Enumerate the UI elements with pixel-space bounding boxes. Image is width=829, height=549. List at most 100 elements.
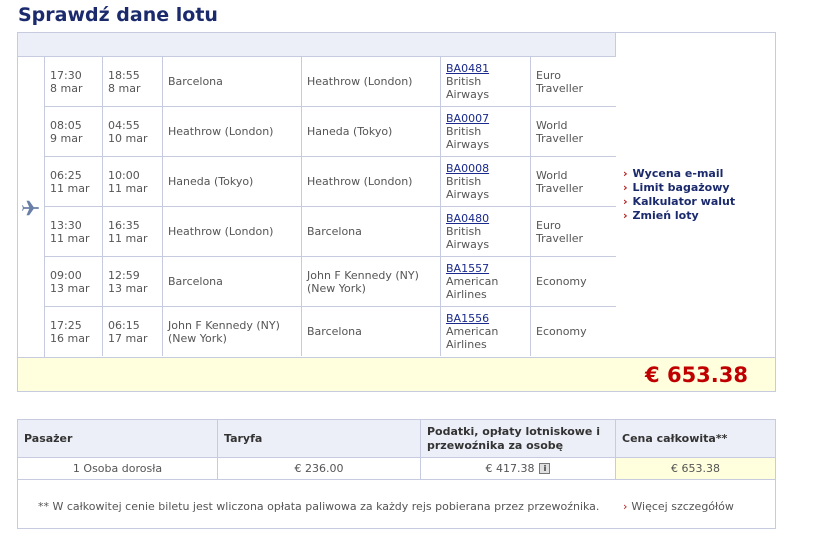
chevron-right-icon: › [623, 167, 628, 180]
origin-airport: Heathrow (London) [168, 225, 274, 238]
cabin-class: World Traveller [536, 118, 584, 145]
flight-row: 17:25 16 mar 06:15 17 mar John F Kennedy (NY… [45, 307, 616, 357]
destination-airport: Haneda (Tokyo) [307, 125, 393, 138]
cabin-class: Economy [536, 275, 587, 288]
arrival-time: 16:35 [108, 218, 140, 232]
fuel-note: ** W całkowitej cenie biletu jest wliczo… [38, 500, 600, 513]
arrival-cell: 18:55 8 mar [103, 57, 163, 106]
destination-cell: Heathrow (London) [302, 157, 441, 206]
header-passenger: Pasażer [18, 420, 218, 458]
flight-row: 17:30 8 mar 18:55 8 mar Barcelona Heathrow (L… [45, 57, 616, 107]
arrival-date: 17 mar [108, 331, 148, 345]
flight-cell: BA0007 British Airways [441, 107, 531, 156]
cabin-class: World Traveller [536, 168, 584, 195]
arrival-date: 11 mar [108, 181, 148, 195]
flight-cell: BA0481 British Airways [441, 57, 531, 106]
flight-cell: BA1557 American Airlines [441, 257, 531, 306]
plane-column [18, 57, 45, 357]
cabin-cell: World Traveller [531, 157, 616, 206]
arrival-cell: 16:35 11 mar [103, 207, 163, 256]
arrival-cell: 10:00 11 mar [103, 157, 163, 206]
flight-cell: BA0480 British Airways [441, 207, 531, 256]
departure-time: 09:00 [50, 268, 82, 282]
departure-cell: 08:05 9 mar [45, 107, 103, 156]
header-taxes: Podatki, opłaty lotniskowe i przewoźnika… [421, 420, 616, 458]
origin-airport: Barcelona [168, 75, 223, 88]
cabin-cell: Economy [531, 307, 616, 356]
destination-cell: Heathrow (London) [302, 57, 441, 106]
flight-number-link[interactable]: BA0007 [446, 112, 525, 125]
flight-number-link[interactable]: BA1556 [446, 312, 525, 325]
itinerary-header-bar [18, 33, 616, 57]
destination-airport: Barcelona [307, 225, 362, 238]
cabin-class: Economy [536, 325, 587, 338]
origin-airport: Haneda (Tokyo) [168, 175, 254, 188]
destination-cell: John F Kennedy (NY) (New York) [302, 257, 441, 306]
header-total: Cena całkowita** [616, 420, 775, 458]
departure-time: 06:25 [50, 168, 82, 182]
chevron-right-icon: › [623, 209, 628, 222]
arrival-cell: 12:59 13 mar [103, 257, 163, 306]
taxes-value: € 417.38 i [421, 458, 616, 480]
total-price-band: € 653.38 [18, 357, 775, 391]
destination-airport: Barcelona [307, 325, 362, 338]
flight-row: 13:30 11 mar 16:35 11 mar Heathrow (London) B… [45, 207, 616, 257]
flight-itinerary: 17:30 8 mar 18:55 8 mar Barcelona Heathrow (L… [17, 32, 776, 392]
arrival-time: 06:15 [108, 318, 140, 332]
passenger-value: 1 Osoba dorosła [18, 458, 218, 480]
departure-cell: 17:30 8 mar [45, 57, 103, 106]
origin-cell: Barcelona [163, 57, 302, 106]
departure-date: 13 mar [50, 281, 90, 295]
more-details-link[interactable]: › Więcej szczegółów [623, 500, 734, 513]
email-quote-link[interactable]: › Wycena e-mail [623, 167, 735, 181]
departure-cell: 09:00 13 mar [45, 257, 103, 306]
chevron-right-icon: › [623, 195, 628, 208]
total-value: € 653.38 [616, 458, 775, 480]
chevron-right-icon: › [623, 181, 628, 194]
airline-name: British Airways [446, 175, 490, 201]
cabin-cell: Euro Traveller [531, 207, 616, 256]
arrival-date: 13 mar [108, 281, 148, 295]
destination-airport: John F Kennedy (NY) (New York) [307, 268, 419, 295]
header-fare: Taryfa [218, 420, 421, 458]
flight-number-link[interactable]: BA0480 [446, 212, 525, 225]
origin-airport: Heathrow (London) [168, 125, 274, 138]
destination-cell: Haneda (Tokyo) [302, 107, 441, 156]
flight-number-link[interactable]: BA1557 [446, 262, 525, 275]
change-flights-link[interactable]: › Zmień loty [623, 209, 735, 223]
departure-cell: 17:25 16 mar [45, 307, 103, 356]
destination-airport: Heathrow (London) [307, 75, 413, 88]
flight-number-link[interactable]: BA0481 [446, 62, 525, 75]
airline-name: British Airways [446, 225, 490, 251]
destination-airport: Heathrow (London) [307, 175, 413, 188]
departure-cell: 13:30 11 mar [45, 207, 103, 256]
departure-date: 16 mar [50, 331, 90, 345]
origin-cell: Heathrow (London) [163, 107, 302, 156]
origin-airport: John F Kennedy (NY) (New York) [168, 318, 280, 345]
departure-time: 13:30 [50, 218, 82, 232]
arrival-date: 11 mar [108, 231, 148, 245]
cabin-cell: Economy [531, 257, 616, 306]
flight-number-link[interactable]: BA0008 [446, 162, 525, 175]
chevron-right-icon: › [623, 500, 628, 513]
destination-cell: Barcelona [302, 207, 441, 256]
destination-cell: Barcelona [302, 307, 441, 356]
departure-time: 17:25 [50, 318, 82, 332]
origin-cell: Barcelona [163, 257, 302, 306]
origin-airport: Barcelona [168, 275, 223, 288]
departure-time: 17:30 [50, 68, 82, 82]
arrival-cell: 06:15 17 mar [103, 307, 163, 356]
currency-calculator-link[interactable]: › Kalkulator walut [623, 195, 735, 209]
airplane-icon [22, 200, 40, 216]
airline-name: American Airlines [446, 325, 499, 351]
airline-name: American Airlines [446, 275, 499, 301]
cabin-cell: Euro Traveller [531, 57, 616, 106]
baggage-limit-link[interactable]: › Limit bagażowy [623, 181, 735, 195]
cabin-class: Euro Traveller [536, 68, 584, 95]
flight-row: 09:00 13 mar 12:59 13 mar Barcelona John F Ke… [45, 257, 616, 307]
origin-cell: John F Kennedy (NY) (New York) [163, 307, 302, 356]
arrival-time: 18:55 [108, 68, 140, 82]
departure-cell: 06:25 11 mar [45, 157, 103, 206]
info-icon[interactable]: i [539, 463, 551, 474]
departure-date: 11 mar [50, 231, 90, 245]
